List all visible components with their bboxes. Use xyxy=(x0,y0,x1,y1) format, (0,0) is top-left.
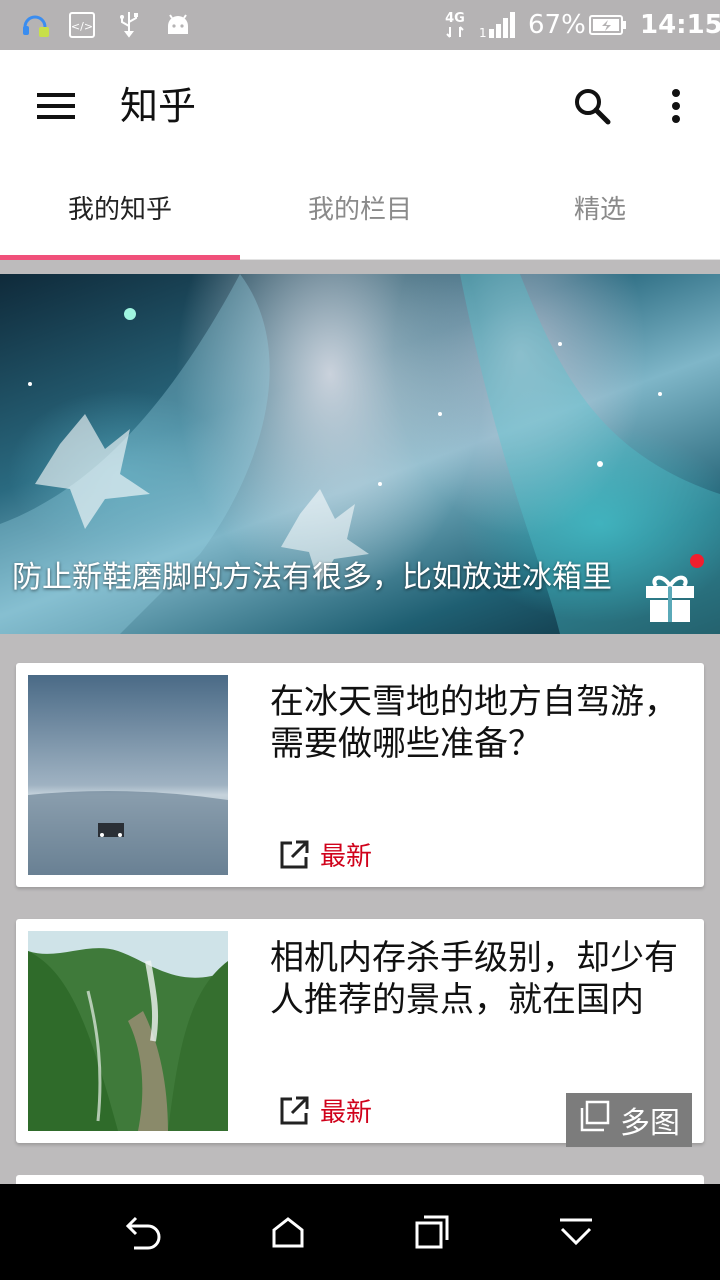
multi-image-label: 多图 xyxy=(620,1106,680,1141)
more-vert-icon[interactable] xyxy=(650,80,702,132)
card-thumbnail xyxy=(28,675,228,875)
clock: 14:15 xyxy=(640,10,720,40)
status-bar: </> 4G 1 67% 14:15 xyxy=(0,0,720,50)
recents-icon[interactable] xyxy=(408,1208,456,1256)
card-tag: 最新 xyxy=(320,1098,373,1128)
tab-my-columns[interactable]: 我的栏目 xyxy=(240,160,480,259)
tab-my-zhihu[interactable]: 我的知乎 xyxy=(0,160,240,260)
notification-dot xyxy=(690,554,704,568)
hero-caption: 防止新鞋磨脚的方法有很多，比如放进冰箱里 xyxy=(12,560,612,595)
card-meta: 最新 xyxy=(278,839,372,875)
feed-card[interactable]: 在冰天雪地的地方自驾游，需要做哪些准备？ 最新 xyxy=(16,663,704,887)
home-icon[interactable] xyxy=(264,1208,312,1256)
system-nav-bar xyxy=(0,1184,720,1280)
signal-icon: 1 xyxy=(478,9,520,41)
headset-icon xyxy=(18,9,52,41)
tab-featured[interactable]: 精选 xyxy=(480,160,720,259)
svg-text:4G: 4G xyxy=(445,11,465,26)
android-icon xyxy=(164,9,192,41)
gallery-icon xyxy=(578,1100,610,1140)
feed-card[interactable]: 相机内存杀手级别，却少有人推荐的景点，就在国内 最新 多图 xyxy=(16,919,704,1147)
battery-charging-icon xyxy=(588,9,628,41)
card-thumbnail xyxy=(28,931,228,1131)
svg-text:</>: </> xyxy=(71,20,93,33)
card-meta: 最新 xyxy=(278,1095,372,1131)
menu-icon[interactable] xyxy=(30,80,82,132)
hide-nav-icon[interactable] xyxy=(552,1208,600,1256)
hero-banner[interactable]: 防止新鞋磨脚的方法有很多，比如放进冰箱里 xyxy=(0,274,720,634)
multi-image-badge: 多图 xyxy=(566,1093,692,1147)
usb-icon xyxy=(116,9,142,41)
app-title: 知乎 xyxy=(120,84,197,128)
card-title: 在冰天雪地的地方自驾游，需要做哪些准备？ xyxy=(270,682,678,764)
search-icon[interactable] xyxy=(566,80,618,132)
battery-percent: 67% xyxy=(528,10,586,40)
code-icon: </> xyxy=(68,9,96,41)
open-external-icon xyxy=(278,839,310,875)
screen: </> 4G 1 67% 14:15 知乎 我的知乎 我的栏目 精选 防止新鞋磨… xyxy=(0,0,720,1280)
card-title: 相机内存杀手级别，却少有人推荐的景点，就在国内 xyxy=(270,938,678,1020)
open-external-icon xyxy=(278,1095,310,1131)
gift-icon[interactable] xyxy=(640,564,700,624)
card-tag: 最新 xyxy=(320,842,373,872)
back-icon[interactable] xyxy=(120,1208,168,1256)
network-type: 4G xyxy=(440,9,470,41)
svg-text:1: 1 xyxy=(479,26,487,39)
tab-bar: 我的知乎 我的栏目 精选 xyxy=(0,160,720,260)
app-bar: 知乎 xyxy=(0,50,720,160)
